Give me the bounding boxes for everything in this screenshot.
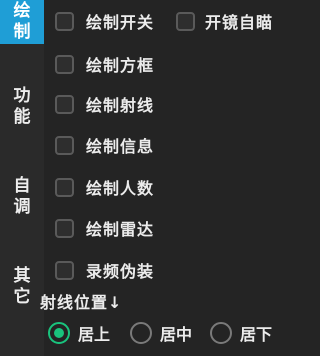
radio-middle-label: 居中 — [160, 325, 193, 344]
radio-bottom-label: 居下 — [240, 325, 273, 344]
tab-other-char-2: 它 — [13, 287, 31, 307]
tab-other[interactable]: 其 它 — [0, 262, 44, 312]
draw-count-checkbox[interactable] — [55, 177, 74, 197]
tab-function[interactable]: 功 能 — [0, 82, 44, 132]
draw-info-label: 绘制信息 — [86, 137, 155, 156]
scope-aim-checkbox[interactable] — [176, 11, 195, 31]
radio-top-label: 居上 — [78, 325, 111, 344]
ray-position-label: 射线位置↓ — [40, 293, 123, 312]
radio-top-circle[interactable] — [48, 322, 70, 344]
tab-draw-char-2: 制 — [13, 22, 31, 42]
draw-count-label: 绘制人数 — [86, 179, 155, 198]
option-draw-info[interactable]: 绘制信息 — [55, 133, 154, 157]
radio-middle-circle[interactable] — [130, 322, 152, 344]
radio-top[interactable]: 居上 — [48, 321, 110, 345]
radio-middle[interactable]: 居中 — [130, 321, 192, 345]
option-draw-ray[interactable]: 绘制射线 — [55, 92, 154, 116]
option-draw-toggle[interactable]: 绘制开关 — [55, 9, 154, 33]
draw-toggle-label: 绘制开关 — [86, 13, 155, 32]
tab-self-tune-char-2: 调 — [13, 197, 31, 217]
draw-radar-checkbox[interactable] — [55, 218, 74, 238]
option-draw-radar[interactable]: 绘制雷达 — [55, 216, 154, 240]
radio-bottom-circle[interactable] — [210, 322, 232, 344]
tab-self-tune-char-1: 自 — [13, 176, 31, 196]
tab-other-char-1: 其 — [13, 266, 31, 286]
sidebar: 绘 制 功 能 自 调 其 它 — [0, 0, 44, 356]
record-disguise-checkbox[interactable] — [55, 260, 74, 280]
draw-toggle-checkbox[interactable] — [55, 11, 74, 31]
draw-ray-label: 绘制射线 — [86, 96, 155, 115]
draw-ray-checkbox[interactable] — [55, 94, 74, 114]
radio-bottom[interactable]: 居下 — [210, 321, 272, 345]
option-draw-count[interactable]: 绘制人数 — [55, 175, 154, 199]
tab-draw-char-1: 绘 — [13, 1, 31, 21]
tab-self-tune[interactable]: 自 调 — [0, 172, 44, 222]
scope-aim-label: 开镜自瞄 — [205, 13, 274, 32]
option-scope-aim[interactable]: 开镜自瞄 — [176, 9, 273, 33]
option-record-disguise[interactable]: 录频伪装 — [55, 258, 154, 282]
draw-box-label: 绘制方框 — [86, 56, 155, 75]
draw-info-checkbox[interactable] — [55, 135, 74, 155]
draw-box-checkbox[interactable] — [55, 54, 74, 74]
tab-draw[interactable]: 绘 制 — [0, 0, 44, 44]
tab-function-char-1: 功 — [13, 86, 31, 106]
record-disguise-label: 录频伪装 — [86, 262, 155, 281]
tab-function-char-2: 能 — [13, 107, 31, 127]
option-draw-box[interactable]: 绘制方框 — [55, 52, 154, 76]
draw-radar-label: 绘制雷达 — [86, 220, 155, 239]
